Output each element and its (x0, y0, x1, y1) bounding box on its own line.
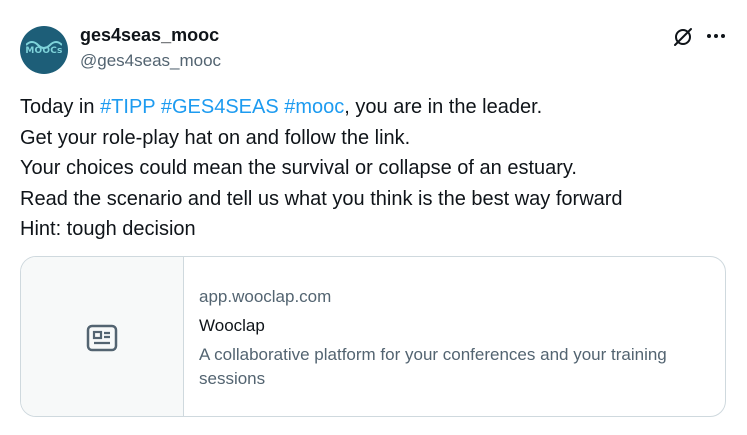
card-title: Wooclap (199, 316, 265, 335)
tweet-line-2: Get your role-play hat on and follow the… (20, 126, 411, 149)
avatar-label: MOOCs (25, 46, 63, 56)
author-handle[interactable]: @ges4seas_mooc (80, 51, 221, 71)
tweet-line-4: Read the scenario and tell us what you t… (20, 187, 623, 210)
card-body: app.wooclap.com Wooclap A collaborative … (199, 287, 709, 391)
card-thumbnail (21, 257, 184, 416)
hashtag-mooc[interactable]: #mooc (284, 96, 344, 118)
hashtag-tipp[interactable]: #TIPP (100, 96, 155, 118)
author-name[interactable]: ges4seas_mooc (80, 25, 219, 46)
link-card[interactable]: app.wooclap.com Wooclap A collaborative … (20, 256, 726, 417)
tweet-line-1: Today in #TIPP #GES4SEAS #mooc, you are … (20, 92, 720, 123)
avatar[interactable]: MOOCs (20, 26, 68, 74)
card-description: A collaborative platform for your confer… (199, 345, 667, 388)
tweet-text-prefix: Today in (20, 96, 101, 118)
more-icon[interactable] (705, 27, 727, 45)
tweet-text-suffix: , you are in the leader. (344, 96, 543, 118)
tweet-line-5: Hint: tough decision (20, 218, 196, 240)
hashtag-ges4seas[interactable]: #GES4SEAS (161, 96, 279, 118)
article-icon (86, 324, 118, 352)
grok-icon[interactable] (672, 26, 694, 48)
tweet-line-3: Your choices could mean the survival or … (20, 157, 577, 179)
card-domain: app.wooclap.com (199, 287, 332, 306)
tweet-text: Today in #TIPP #GES4SEAS #mooc, you are … (20, 92, 720, 245)
